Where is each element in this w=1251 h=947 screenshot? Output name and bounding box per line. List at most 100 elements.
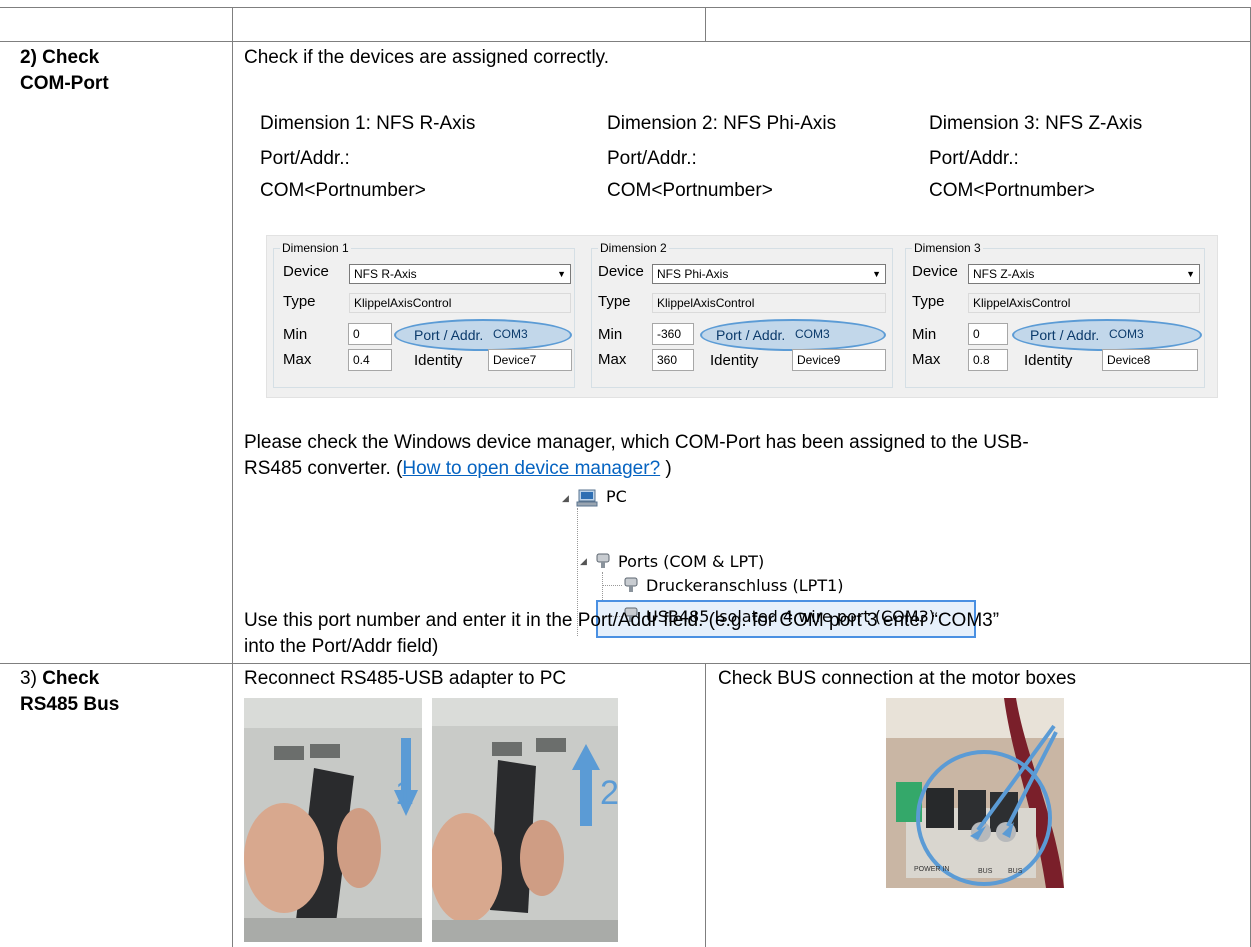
computer-icon: [576, 489, 598, 507]
device-label: Device: [912, 263, 958, 280]
dim2-line3: COM<Portnumber>: [607, 180, 773, 201]
step2-heading-line2: COM-Port: [20, 73, 109, 94]
table-border: [0, 7, 1251, 8]
group-title: Dimension 1: [280, 241, 351, 255]
document-page: 2) Check COM-Port Check if the devices a…: [0, 0, 1251, 947]
min-input[interactable]: 0: [348, 323, 392, 345]
max-label: Max: [283, 351, 312, 368]
dim1-line3: COM<Portnumber>: [260, 180, 426, 201]
port-icon: [596, 553, 610, 568]
step3-prefix: 3): [20, 668, 43, 689]
device-label: Device: [283, 263, 329, 280]
dim3-line3: COM<Portnumber>: [929, 180, 1095, 201]
step3-heading-line1: 3) Check: [20, 666, 99, 692]
device-select[interactable]: NFS R-Axis ▼: [349, 264, 571, 284]
max-input[interactable]: 360: [652, 349, 694, 371]
device-value: NFS Z-Axis: [973, 267, 1035, 281]
bus-highlight-overlay: [916, 724, 1058, 886]
port-input[interactable]: COM3: [790, 323, 870, 345]
outro-line1: Use this port number and enter it in the…: [244, 610, 1000, 631]
identity-label: Identity: [414, 352, 463, 369]
dim3-line1: Dimension 3: NFS Z-Axis: [929, 113, 1143, 134]
devmgr-text-pre: RS485 converter. (: [244, 458, 403, 479]
dim1-line1: Dimension 1: NFS R-Axis: [260, 113, 476, 134]
type-label: Type: [912, 293, 945, 310]
group-title: Dimension 2: [598, 241, 669, 255]
type-field: KlippelAxisControl: [349, 293, 571, 313]
unplug-adapter-photo: 1: [244, 698, 422, 942]
table-border: [232, 7, 233, 947]
device-label: Device: [598, 263, 644, 280]
photo-illustration: [244, 698, 422, 942]
chevron-down-icon[interactable]: ▼: [557, 265, 566, 283]
dim1-line2: Port/Addr.:: [260, 148, 350, 169]
bus-label-2: BUS: [1008, 868, 1023, 875]
devmgr-text-post: ): [660, 458, 672, 479]
type-field: KlippelAxisControl: [652, 293, 886, 313]
device-select[interactable]: NFS Phi-Axis ▼: [652, 264, 886, 284]
tree-ports-label[interactable]: Ports (COM & LPT): [618, 552, 764, 571]
table-border: [0, 41, 1251, 42]
port-input[interactable]: COM3: [1104, 323, 1184, 345]
expand-arrow-icon[interactable]: ◢: [580, 557, 587, 567]
replug-adapter-photo: 2: [432, 698, 618, 942]
type-label: Type: [598, 293, 631, 310]
type-label: Type: [283, 293, 316, 310]
chevron-down-icon[interactable]: ▼: [1186, 265, 1195, 283]
min-input[interactable]: 0: [968, 323, 1008, 345]
printer-port-icon: [624, 577, 638, 592]
dim2-line2: Port/Addr.:: [607, 148, 697, 169]
dimension-group-3: Dimension 3 Device NFS Z-Axis ▼ Type Klip…: [905, 241, 1205, 388]
dimension-group-2: Dimension 2 Device NFS Phi-Axis ▼ Type Kl…: [591, 241, 893, 388]
dim3-line2: Port/Addr.:: [929, 148, 1019, 169]
step3-heading-bold: Check: [42, 668, 100, 689]
step2-intro: Check if the devices are assigned correc…: [244, 47, 610, 68]
tree-connector: [602, 585, 622, 586]
identity-input[interactable]: Device8: [1102, 349, 1198, 371]
device-value: NFS R-Axis: [354, 267, 417, 281]
max-input[interactable]: 0.8: [968, 349, 1008, 371]
step-number-2: 2: [600, 774, 618, 812]
tree-root-label[interactable]: PC: [606, 487, 627, 506]
max-label: Max: [598, 351, 627, 368]
expand-arrow-icon[interactable]: ◢: [562, 494, 569, 504]
identity-input[interactable]: Device7: [488, 349, 572, 371]
device-select[interactable]: NFS Z-Axis ▼: [968, 264, 1200, 284]
port-label: Port / Addr.: [716, 327, 786, 343]
chevron-down-icon[interactable]: ▼: [872, 265, 881, 283]
identity-label: Identity: [710, 352, 759, 369]
table-border: [705, 663, 706, 947]
max-label: Max: [912, 351, 941, 368]
table-border: [0, 663, 1251, 664]
type-field: KlippelAxisControl: [968, 293, 1200, 313]
power-in-label: POWER IN: [914, 866, 950, 873]
bus-label-1: BUS: [978, 868, 993, 875]
dimension-settings-screenshot: Dimension 1 Device NFS R-Axis ▼ Type Klip…: [266, 235, 1218, 398]
reconnect-caption: Reconnect RS485-USB adapter to PC: [244, 668, 567, 689]
group-title: Dimension 3: [912, 241, 983, 255]
devmgr-instruction-line1: Please check the Windows device manager,…: [244, 432, 1029, 453]
port-label: Port / Addr.: [1030, 327, 1100, 343]
step3-heading-line2: RS485 Bus: [20, 694, 120, 715]
min-input[interactable]: -360: [652, 323, 694, 345]
dim2-line1: Dimension 2: NFS Phi-Axis: [607, 113, 837, 134]
min-label: Min: [598, 326, 623, 343]
port-label: Port / Addr.: [414, 327, 484, 343]
table-border: [705, 7, 706, 41]
devmgr-instruction-line2: RS485 converter. (How to open device man…: [244, 456, 672, 482]
max-input[interactable]: 0.4: [348, 349, 392, 371]
min-label: Min: [912, 326, 937, 343]
step-number-1: 1: [395, 774, 414, 812]
step2-heading-line1: 2) Check: [20, 47, 100, 68]
dimension-group-1: Dimension 1 Device NFS R-Axis ▼ Type Klip…: [273, 241, 575, 388]
bus-connection-caption: Check BUS connection at the motor boxes: [718, 668, 1077, 689]
identity-label: Identity: [1024, 352, 1073, 369]
arrow-up-icon: [572, 744, 600, 826]
port-input[interactable]: COM3: [488, 323, 568, 345]
min-label: Min: [283, 326, 308, 343]
tree-lpt-label[interactable]: Druckeranschluss (LPT1): [646, 576, 844, 595]
outro-line2: into the Port/Addr field): [244, 636, 439, 657]
motor-box-bus-photo: POWER IN BUS BUS: [886, 698, 1064, 888]
identity-input[interactable]: Device9: [792, 349, 886, 371]
how-to-open-device-manager-link[interactable]: How to open device manager?: [402, 458, 660, 479]
